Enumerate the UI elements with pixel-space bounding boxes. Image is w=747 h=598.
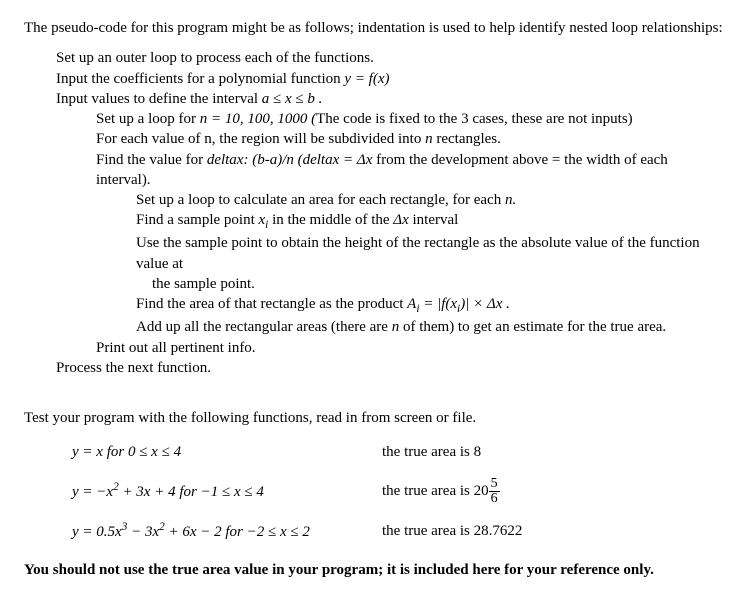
math: n <box>425 131 433 147</box>
test-function-2: y = −x2 + 3x + 4 for −1 ≤ x ≤ 4 the true… <box>72 477 723 506</box>
text: Use the sample point to obtain the heigh… <box>136 235 700 271</box>
text: Set up a loop to calculate an area for e… <box>136 192 505 208</box>
pseudo-line-13: Process the next function. <box>56 358 723 378</box>
text: in the middle of the <box>268 212 393 228</box>
equation: y = −x2 + 3x + 4 for −1 ≤ x ≤ 4 <box>72 480 382 502</box>
pseudo-line-1: Set up an outer loop to process each of … <box>56 48 723 68</box>
text: Find a sample point <box>136 212 259 228</box>
math: n = 10, 100, 1000 ( <box>200 111 316 127</box>
pseudo-line-2: Input the coefficients for a polynomial … <box>56 69 723 89</box>
pseudo-line-4: Set up a loop for n = 10, 100, 1000 (The… <box>96 109 723 129</box>
math: deltax: (b-a)/n (deltax = <box>207 152 357 168</box>
pseudo-line-9b: the sample point. <box>152 274 723 294</box>
math: a ≤ x ≤ b . <box>262 91 323 107</box>
math: Δx <box>393 212 408 228</box>
text: Find the value for <box>96 152 207 168</box>
text: Add up all the rectangular areas (there … <box>136 319 392 335</box>
text: Input the coefficients for a polynomial … <box>56 71 344 87</box>
pseudo-line-11: Add up all the rectangular areas (there … <box>136 317 723 337</box>
text: rectangles. <box>433 131 501 147</box>
equation: y = x for 0 ≤ x ≤ 4 <box>72 442 382 462</box>
math: n. <box>505 192 516 208</box>
true-area: the true area is 2056 <box>382 477 500 506</box>
text: Find the area of that rectangle as the p… <box>136 296 407 312</box>
math: xi <box>259 212 269 228</box>
math: Ai = |f(xi)| × Δx . <box>407 296 510 312</box>
text: Set up a loop for <box>96 111 200 127</box>
pseudo-line-6: Find the value for deltax: (b-a)/n (delt… <box>96 150 723 191</box>
pseudo-line-7: Set up a loop to calculate an area for e… <box>136 190 723 210</box>
test-function-1: y = x for 0 ≤ x ≤ 4 the true area is 8 <box>72 442 723 462</box>
pseudo-line-3: Input values to define the interval a ≤ … <box>56 89 723 109</box>
pseudo-line-9: Use the sample point to obtain the heigh… <box>136 233 723 274</box>
pseudo-line-12: Print out all pertinent info. <box>96 338 723 358</box>
pseudo-line-5: For each value of n, the region will be … <box>96 129 723 149</box>
pseudo-line-10: Find the area of that rectangle as the p… <box>136 294 723 317</box>
text: Input values to define the interval <box>56 91 262 107</box>
intro-text: The pseudo-code for this program might b… <box>24 18 723 38</box>
math: y = f(x) <box>344 71 389 87</box>
text: The code is fixed to the 3 cases, these … <box>316 111 633 127</box>
test-intro: Test your program with the following fun… <box>24 408 723 428</box>
text: the sample point. <box>152 276 255 292</box>
math: Δx <box>357 152 372 168</box>
footer-note: You should not use the true area value i… <box>24 560 723 580</box>
pseudo-line-8: Find a sample point xi in the middle of … <box>136 210 723 233</box>
text: interval <box>409 212 459 228</box>
text: For each value of n, the region will be … <box>96 131 425 147</box>
text: of them) to get an estimate for the true… <box>399 319 666 335</box>
true-area: the true area is 8 <box>382 442 481 462</box>
